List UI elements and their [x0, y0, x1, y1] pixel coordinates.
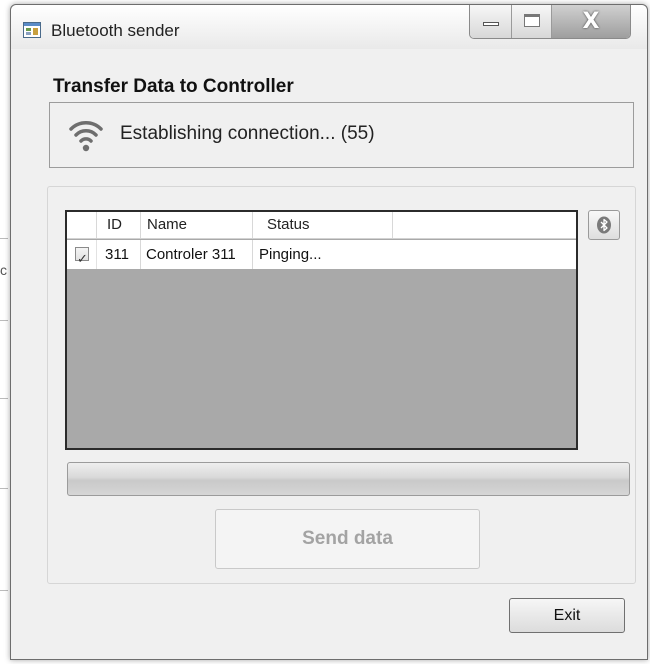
- device-list[interactable]: ID Name Status ✓ 311 Controler 311 Pingi…: [65, 210, 578, 450]
- background-text-fragment: c: [0, 262, 7, 278]
- title-bar[interactable]: Bluetooth sender X: [11, 5, 647, 49]
- device-group-box: ID Name Status ✓ 311 Controler 311 Pingi…: [47, 186, 636, 584]
- transfer-progress-bar: [67, 462, 630, 496]
- maximize-button[interactable]: [512, 5, 552, 38]
- page-title: Transfer Data to Controller: [53, 76, 294, 97]
- column-header-select[interactable]: [67, 212, 97, 238]
- connection-status-panel: Establishing connection... (55): [49, 102, 634, 168]
- column-header-id[interactable]: ID: [97, 212, 141, 238]
- device-name-cell: Controler 311: [141, 240, 253, 269]
- background-rule: [0, 590, 8, 591]
- caption-buttons: X: [469, 5, 631, 39]
- window-title: Bluetooth sender: [51, 21, 180, 40]
- minimize-button[interactable]: [470, 5, 512, 38]
- background-rule: [0, 238, 8, 239]
- checkmark-icon: ✓: [77, 252, 88, 267]
- background-rule: [0, 398, 8, 399]
- device-checkbox[interactable]: ✓: [75, 247, 89, 267]
- exit-button[interactable]: Exit: [509, 598, 625, 633]
- connection-status-text: Establishing connection... (55): [120, 123, 375, 144]
- close-icon: X: [582, 9, 600, 34]
- maximize-icon: [524, 14, 540, 27]
- table-row[interactable]: ✓ 311 Controler 311 Pinging...: [67, 240, 576, 269]
- background-rule: [0, 488, 8, 489]
- device-id-cell: 311: [97, 240, 141, 269]
- background-rule: [0, 320, 8, 321]
- bluetooth-button[interactable]: [588, 210, 620, 240]
- send-data-button[interactable]: Send data: [215, 509, 480, 569]
- minimize-icon: [483, 22, 499, 26]
- row-select-cell: ✓: [67, 240, 97, 269]
- bluetooth-sender-window: Bluetooth sender X Transfer Data to Cont…: [10, 4, 648, 660]
- wifi-icon: [69, 121, 103, 152]
- column-header-name[interactable]: Name: [141, 212, 253, 238]
- close-button[interactable]: X: [552, 5, 630, 38]
- device-status-cell: Pinging...: [259, 246, 322, 263]
- app-window-icon: [23, 22, 41, 38]
- bluetooth-icon: [597, 216, 611, 234]
- column-header-status[interactable]: Status: [253, 212, 393, 238]
- device-list-header: ID Name Status: [67, 212, 576, 239]
